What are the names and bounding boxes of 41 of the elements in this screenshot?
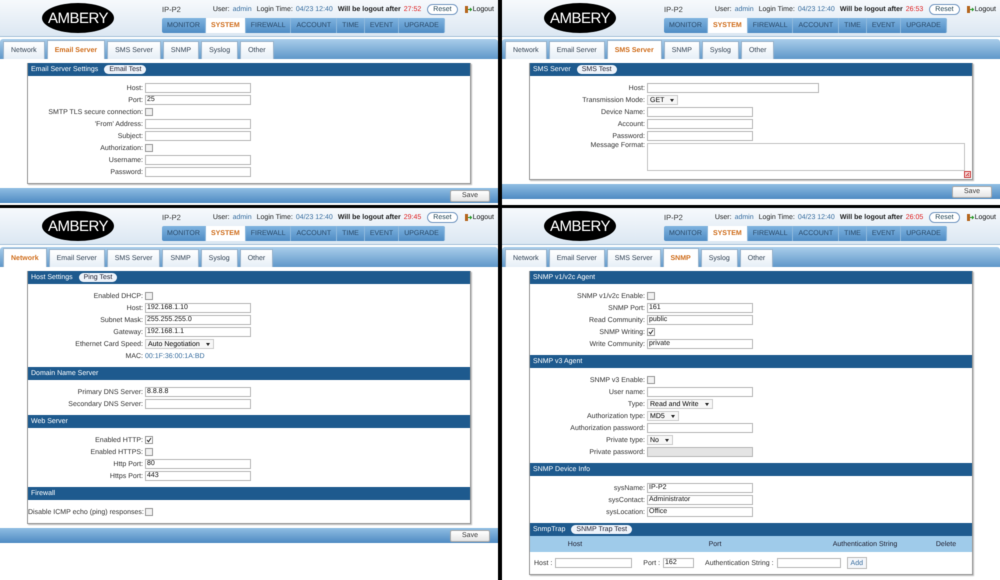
caret-icon	[670, 98, 674, 102]
input-field[interactable]	[145, 119, 251, 129]
logo: AMBERY	[544, 211, 616, 241]
door-arrow-icon	[966, 214, 974, 220]
checkmark-icon	[648, 329, 654, 335]
input-field[interactable]	[145, 131, 251, 141]
input-field[interactable]	[145, 83, 251, 93]
logo: AMBERY	[42, 3, 114, 33]
logo: AMBERY	[544, 3, 616, 33]
checkbox[interactable]	[145, 292, 153, 300]
caret-icon	[206, 342, 210, 346]
door-arrow-icon	[464, 214, 472, 220]
input-field[interactable]	[776, 558, 841, 568]
checkbox[interactable]	[145, 448, 153, 456]
door-arrow-icon	[464, 6, 472, 12]
input-field[interactable]	[647, 83, 819, 93]
door-arrow-icon	[966, 6, 974, 12]
input-field[interactable]	[647, 107, 753, 117]
checkmark-icon	[146, 437, 152, 443]
input-field[interactable]	[145, 155, 251, 165]
logo: AMBERY	[42, 211, 114, 241]
checkbox[interactable]	[647, 328, 655, 336]
caret-icon	[670, 414, 675, 418]
input-field[interactable]	[647, 119, 753, 129]
input-field[interactable]	[647, 387, 753, 397]
resize-icon[interactable]	[964, 171, 971, 178]
input-field[interactable]	[647, 447, 753, 457]
input-field[interactable]	[145, 167, 251, 177]
text-area[interactable]	[647, 143, 965, 171]
caret-icon	[664, 438, 669, 442]
checkbox[interactable]	[647, 376, 655, 384]
checkbox[interactable]	[145, 436, 153, 444]
input-field[interactable]	[145, 399, 251, 409]
input-field[interactable]	[647, 423, 753, 433]
checkbox[interactable]	[647, 292, 655, 300]
checkbox[interactable]	[145, 144, 153, 152]
checkbox[interactable]	[145, 508, 153, 516]
input-field[interactable]	[555, 558, 632, 568]
input-field[interactable]	[647, 131, 753, 141]
caret-icon	[704, 402, 709, 406]
checkbox[interactable]	[145, 108, 153, 116]
